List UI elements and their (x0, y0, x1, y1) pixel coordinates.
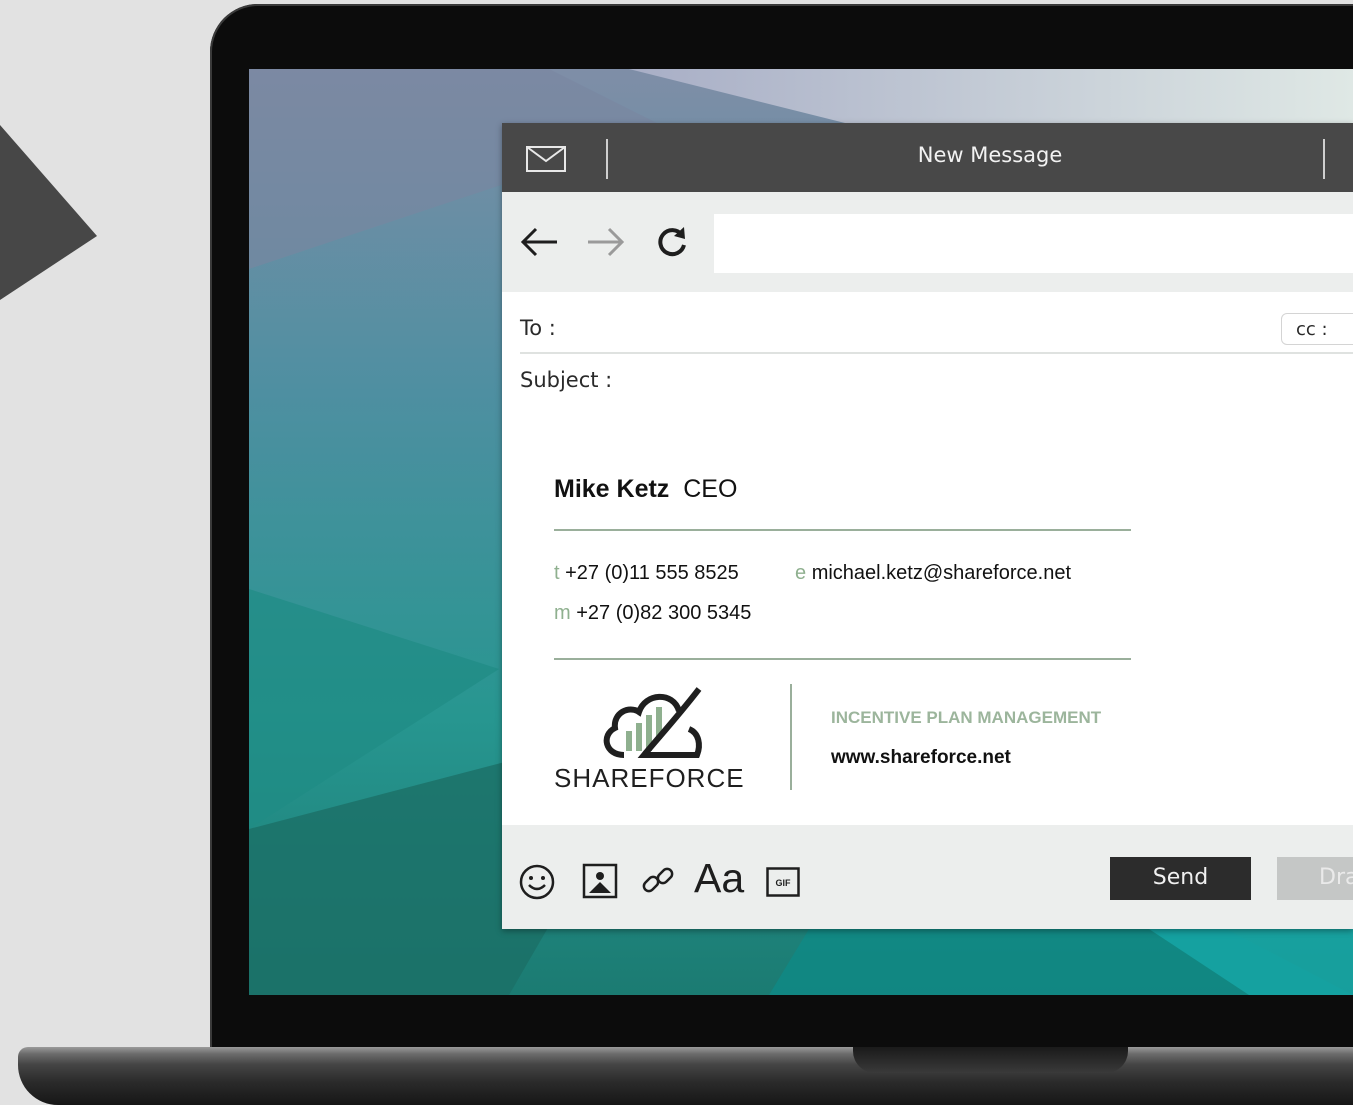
link-icon[interactable] (640, 862, 678, 900)
email-address[interactable]: michael.ketz@shareforce.net (812, 562, 1071, 584)
phone-number: +27 (0)11 555 8525 (565, 562, 739, 584)
signature-mobile: m +27 (0)82 300 5345 (554, 602, 751, 625)
decorative-arrow (0, 125, 97, 300)
emoji-icon[interactable] (518, 863, 556, 901)
company-wordmark: SHAREFORCE (554, 763, 745, 794)
signature-phone: t +27 (0)11 555 8525 (554, 562, 739, 585)
laptop-base (18, 1047, 1353, 1105)
signature-divider (554, 658, 1131, 660)
title-bar: New Message (502, 123, 1353, 192)
compose-toolbar: Aa GIF Send Dra (502, 825, 1353, 929)
wordmark-bold: SHARE (554, 763, 649, 793)
mobile-number: +27 (0)82 300 5345 (576, 602, 752, 624)
signature-divider (554, 529, 1131, 531)
send-button[interactable]: Send (1110, 857, 1251, 900)
to-field-divider (520, 352, 1353, 354)
laptop-notch (853, 1047, 1128, 1073)
navigation-bar (502, 192, 1353, 292)
cc-button[interactable]: cc : (1281, 313, 1353, 345)
mobile-prefix: m (554, 602, 571, 624)
gif-icon[interactable]: GIF (766, 867, 800, 897)
cloud-chart-logo-icon (603, 687, 702, 758)
logo-divider (790, 684, 792, 790)
email-prefix: e (795, 562, 807, 584)
window-title: New Message (917, 143, 1063, 167)
company-website[interactable]: www.shareforce.net (831, 747, 1011, 769)
signature-name-line: Mike Ketz CEO (554, 475, 737, 504)
draft-button[interactable]: Dra (1277, 857, 1353, 900)
gif-label: GIF (776, 878, 792, 888)
back-arrow-icon[interactable] (519, 226, 559, 258)
refresh-icon[interactable] (654, 225, 690, 261)
signature-email: e michael.ketz@shareforce.net (795, 562, 1071, 585)
address-input[interactable] (714, 214, 1353, 273)
to-label: To : (520, 316, 556, 340)
signature-name: Mike Ketz (554, 475, 670, 503)
font-format-button[interactable]: Aa (694, 855, 744, 902)
phone-prefix: t (554, 562, 560, 584)
email-compose-window: New Message To : cc : Subject : Mike Ket… (502, 123, 1353, 929)
forward-arrow-icon[interactable] (586, 226, 626, 258)
signature-role: CEO (683, 475, 738, 503)
image-icon[interactable] (582, 863, 618, 899)
subject-label: Subject : (520, 368, 613, 392)
wordmark-light: FORCE (648, 763, 745, 793)
company-tagline: INCENTIVE PLAN MANAGEMENT (831, 708, 1102, 727)
title-divider (1323, 139, 1325, 179)
